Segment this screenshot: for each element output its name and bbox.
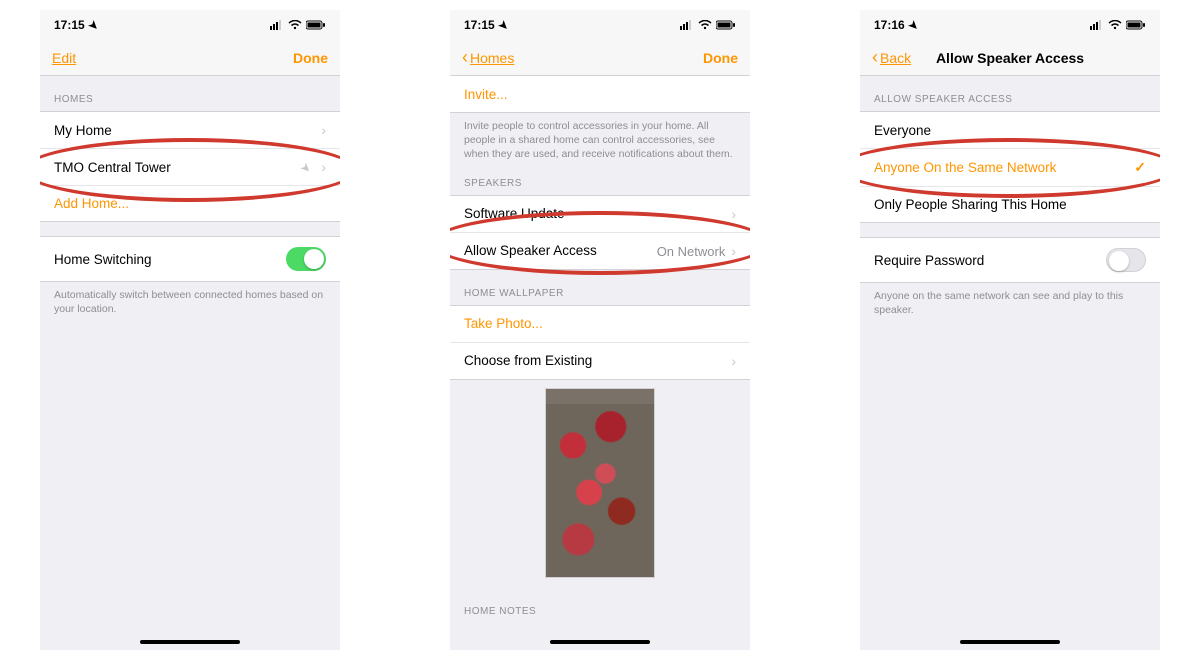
require-password-toggle[interactable] [1106, 248, 1146, 272]
signal-icon [680, 20, 694, 30]
home-row-tmo[interactable]: TMO Central Tower ➤ › [40, 148, 340, 185]
battery-icon [716, 20, 736, 30]
status-time: 17:16 [874, 18, 905, 32]
location-icon: ➤ [495, 17, 511, 33]
home-switching-row[interactable]: Home Switching [40, 237, 340, 281]
choose-existing-row[interactable]: Choose from Existing › [450, 342, 750, 379]
nav-bar: ‹ Homes Done [450, 40, 750, 76]
add-home-row[interactable]: Add Home... [40, 185, 340, 221]
battery-icon [306, 20, 326, 30]
home-row-myhome[interactable]: My Home › [40, 112, 340, 148]
option-label: Everyone [874, 123, 931, 138]
require-password-footer: Anyone on the same network can see and p… [860, 283, 1160, 327]
done-button[interactable]: Done [268, 50, 328, 66]
nav-bar: ‹ Back Allow Speaker Access [860, 40, 1160, 76]
require-password-label: Require Password [874, 253, 984, 268]
location-icon: ➤ [905, 17, 921, 33]
homes-section-header: HOMES [40, 76, 340, 111]
signal-icon [270, 20, 284, 30]
home-label: My Home [54, 123, 112, 138]
status-bar: 17:15 ➤ [450, 10, 750, 40]
chevron-left-icon: ‹ [872, 47, 878, 68]
chevron-right-icon: › [321, 122, 326, 138]
status-bar: 17:15 ➤ [40, 10, 340, 40]
home-switching-label: Home Switching [54, 252, 152, 267]
option-sharing-home[interactable]: Only People Sharing This Home [860, 186, 1160, 222]
chevron-left-icon: ‹ [462, 47, 468, 68]
allow-speaker-value: On Network [657, 244, 726, 259]
home-indicator[interactable] [550, 640, 650, 644]
invite-footer: Invite people to control accessories in … [450, 113, 750, 172]
screen-allow-speaker-access: 17:16 ➤ ‹ Back Allow Speaker Access ALLO… [860, 10, 1160, 650]
speakers-section-header: SPEAKERS [450, 172, 750, 195]
chevron-right-icon: › [731, 353, 736, 369]
status-bar: 17:16 ➤ [860, 10, 1160, 40]
status-icons [680, 20, 736, 30]
wallpaper-preview[interactable] [545, 388, 655, 578]
back-label: Back [880, 50, 911, 66]
home-label: TMO Central Tower [54, 160, 171, 175]
wifi-icon [1108, 20, 1122, 30]
signal-icon [1090, 20, 1104, 30]
chevron-right-icon: › [731, 206, 736, 222]
edit-button[interactable]: Edit [52, 50, 112, 66]
screen-homes-list: 17:15 ➤ Edit Done HOMES My Home › TMO Ce… [40, 10, 340, 650]
home-indicator[interactable] [960, 640, 1060, 644]
access-section-header: ALLOW SPEAKER ACCESS [860, 76, 1160, 111]
allow-speaker-label: Allow Speaker Access [464, 243, 597, 258]
back-label: Homes [470, 50, 514, 66]
option-label: Anyone On the Same Network [874, 160, 1056, 175]
invite-row[interactable]: Invite... [450, 76, 750, 112]
back-button[interactable]: ‹ Back [872, 47, 932, 68]
allow-speaker-row[interactable]: Allow Speaker Access On Network › [450, 232, 750, 269]
page-title: Allow Speaker Access [932, 50, 1088, 66]
wifi-icon [288, 20, 302, 30]
chevron-right-icon: › [731, 243, 736, 259]
battery-icon [1126, 20, 1146, 30]
home-switching-toggle[interactable] [286, 247, 326, 271]
back-button[interactable]: ‹ Homes [462, 47, 522, 68]
require-password-row[interactable]: Require Password [860, 238, 1160, 282]
add-home-label: Add Home... [54, 196, 129, 211]
home-switching-footer: Automatically switch between connected h… [40, 282, 340, 326]
status-time: 17:15 [54, 18, 85, 32]
invite-label: Invite... [464, 87, 508, 102]
location-icon: ➤ [298, 159, 315, 176]
home-notes-header: HOME NOTES [450, 588, 750, 623]
option-same-network[interactable]: Anyone On the Same Network ✓ [860, 148, 1160, 186]
checkmark-icon: ✓ [1134, 159, 1146, 176]
wallpaper-section-header: HOME WALLPAPER [450, 270, 750, 305]
take-photo-row[interactable]: Take Photo... [450, 306, 750, 342]
take-photo-label: Take Photo... [464, 316, 543, 331]
wifi-icon [698, 20, 712, 30]
option-everyone[interactable]: Everyone [860, 112, 1160, 148]
nav-bar: Edit Done [40, 40, 340, 76]
done-button[interactable]: Done [678, 50, 738, 66]
software-update-label: Software Update [464, 206, 565, 221]
choose-existing-label: Choose from Existing [464, 353, 592, 368]
status-icons [270, 20, 326, 30]
status-time: 17:15 [464, 18, 495, 32]
location-icon: ➤ [85, 17, 101, 33]
home-indicator[interactable] [140, 640, 240, 644]
screen-home-settings: 17:15 ➤ ‹ Homes Done Invite... Invite pe… [450, 10, 750, 650]
chevron-right-icon: › [321, 159, 326, 175]
option-label: Only People Sharing This Home [874, 197, 1067, 212]
status-icons [1090, 20, 1146, 30]
software-update-row[interactable]: Software Update › [450, 196, 750, 232]
